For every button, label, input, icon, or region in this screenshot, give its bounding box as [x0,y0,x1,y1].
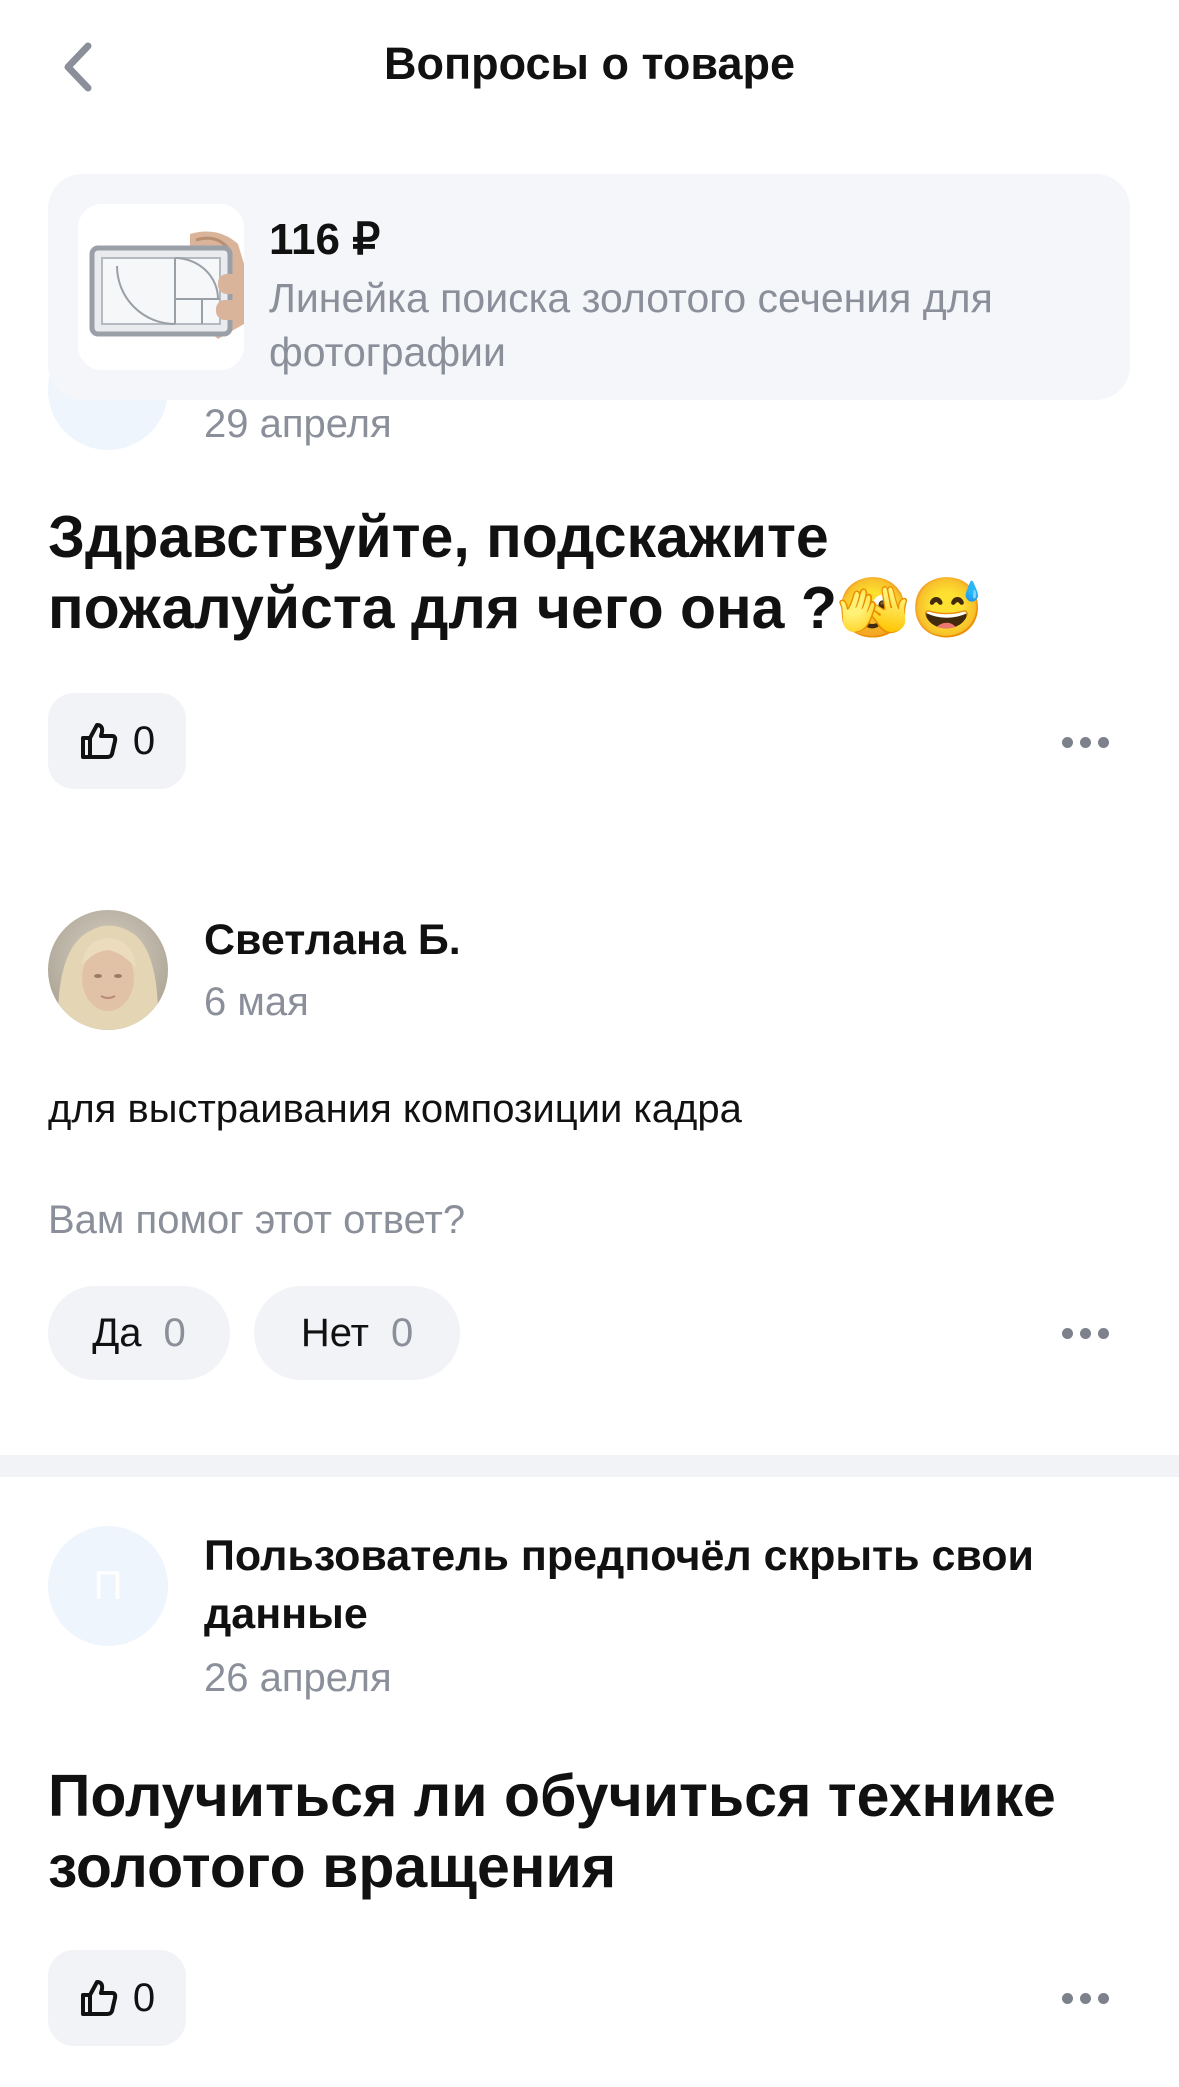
product-name: Линейка поиска золотого сечения для фото… [269,275,993,375]
product-image [78,204,244,370]
vote-yes-count: 0 [163,1310,186,1355]
avatar-letter: П [93,1563,123,1608]
product-card[interactable]: 116 ₽ Линейка поиска золотого сечения дл… [48,174,1130,400]
question-text: Здравствуйте, подскажите пожалуйста для … [48,504,984,641]
question-more-button[interactable] [1050,722,1120,762]
avatar-placeholder: П [48,1526,168,1646]
more-horizontal-icon [1061,1992,1109,2004]
product-price: 116 ₽ [269,215,381,264]
like-count: 0 [132,1975,156,2020]
golden-ratio-ruler-image [78,204,244,370]
like-count: 0 [132,718,156,763]
section-divider [0,1455,1179,1477]
more-horizontal-icon [1061,736,1109,748]
avatar [48,910,168,1030]
vote-no-count: 0 [390,1310,414,1355]
answer-text: для выстраивания композиции кадра [48,1087,742,1131]
page-title: Вопросы о товаре [383,38,796,89]
question-date: 26 апреля [204,1656,392,1700]
thumbs-up-icon [80,1980,118,2016]
question-date: 29 апреля [204,402,392,446]
answer-more-button[interactable] [1050,1313,1120,1353]
question-more-button[interactable] [1050,1978,1120,2018]
thumbs-up-icon [80,723,118,759]
helpful-prompt: Вам помог этот ответ? [48,1198,466,1242]
vote-yes-label: Да [92,1310,142,1355]
answer-date: 6 мая [204,980,309,1024]
more-horizontal-icon [1061,1327,1109,1339]
like-button[interactable]: 0 [48,693,186,789]
like-button[interactable]: 0 [48,1950,186,2046]
answer-author: Светлана Б. [204,916,461,964]
question-text: Получиться ли обучиться технике золотого… [48,1763,1056,1900]
vote-yes-button[interactable]: Да 0 [48,1286,230,1380]
question-author: Пользователь предпочёл скрыть свои данны… [204,1532,1034,1638]
vote-no-label: Нет [300,1310,369,1355]
vote-no-button[interactable]: Нет 0 [254,1286,460,1380]
